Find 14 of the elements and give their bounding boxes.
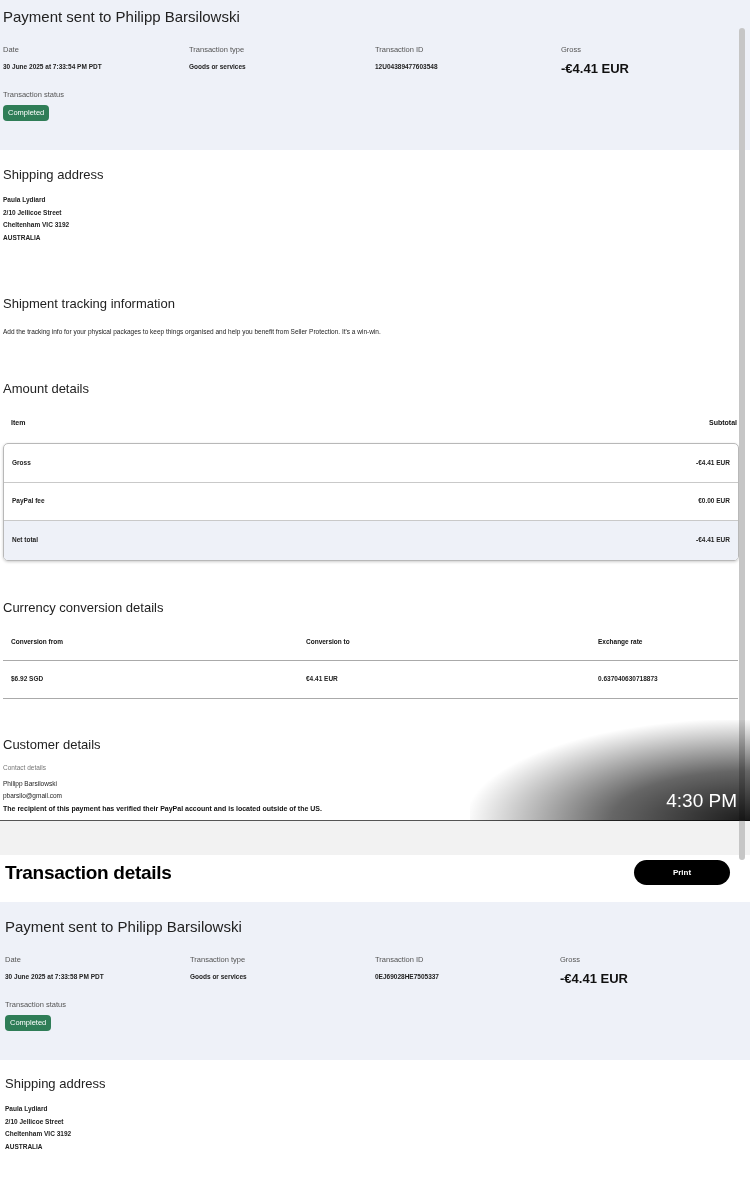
gross-amount: -€4.41 EUR — [561, 61, 629, 76]
gross-amount: -€4.41 EUR — [560, 971, 628, 986]
section-heading: Shipping address — [3, 166, 104, 184]
timestamp-label: 4:30 PM — [666, 789, 737, 813]
section-heading: Currency conversion details — [3, 598, 164, 617]
section-heading: Shipping address — [5, 1075, 106, 1093]
section-heading: Customer details — [3, 735, 101, 754]
summary-title: Payment sent to Philipp Barsilowski — [5, 917, 242, 937]
section-heading: Amount details — [3, 380, 89, 398]
print-button[interactable]: Print — [634, 860, 730, 885]
summary-title: Payment sent to Philipp Barsilowski — [3, 7, 240, 27]
section-heading: Shipment tracking information — [3, 295, 175, 313]
scrollbar-thumb[interactable] — [739, 28, 745, 860]
page-title: Transaction details — [5, 860, 172, 885]
